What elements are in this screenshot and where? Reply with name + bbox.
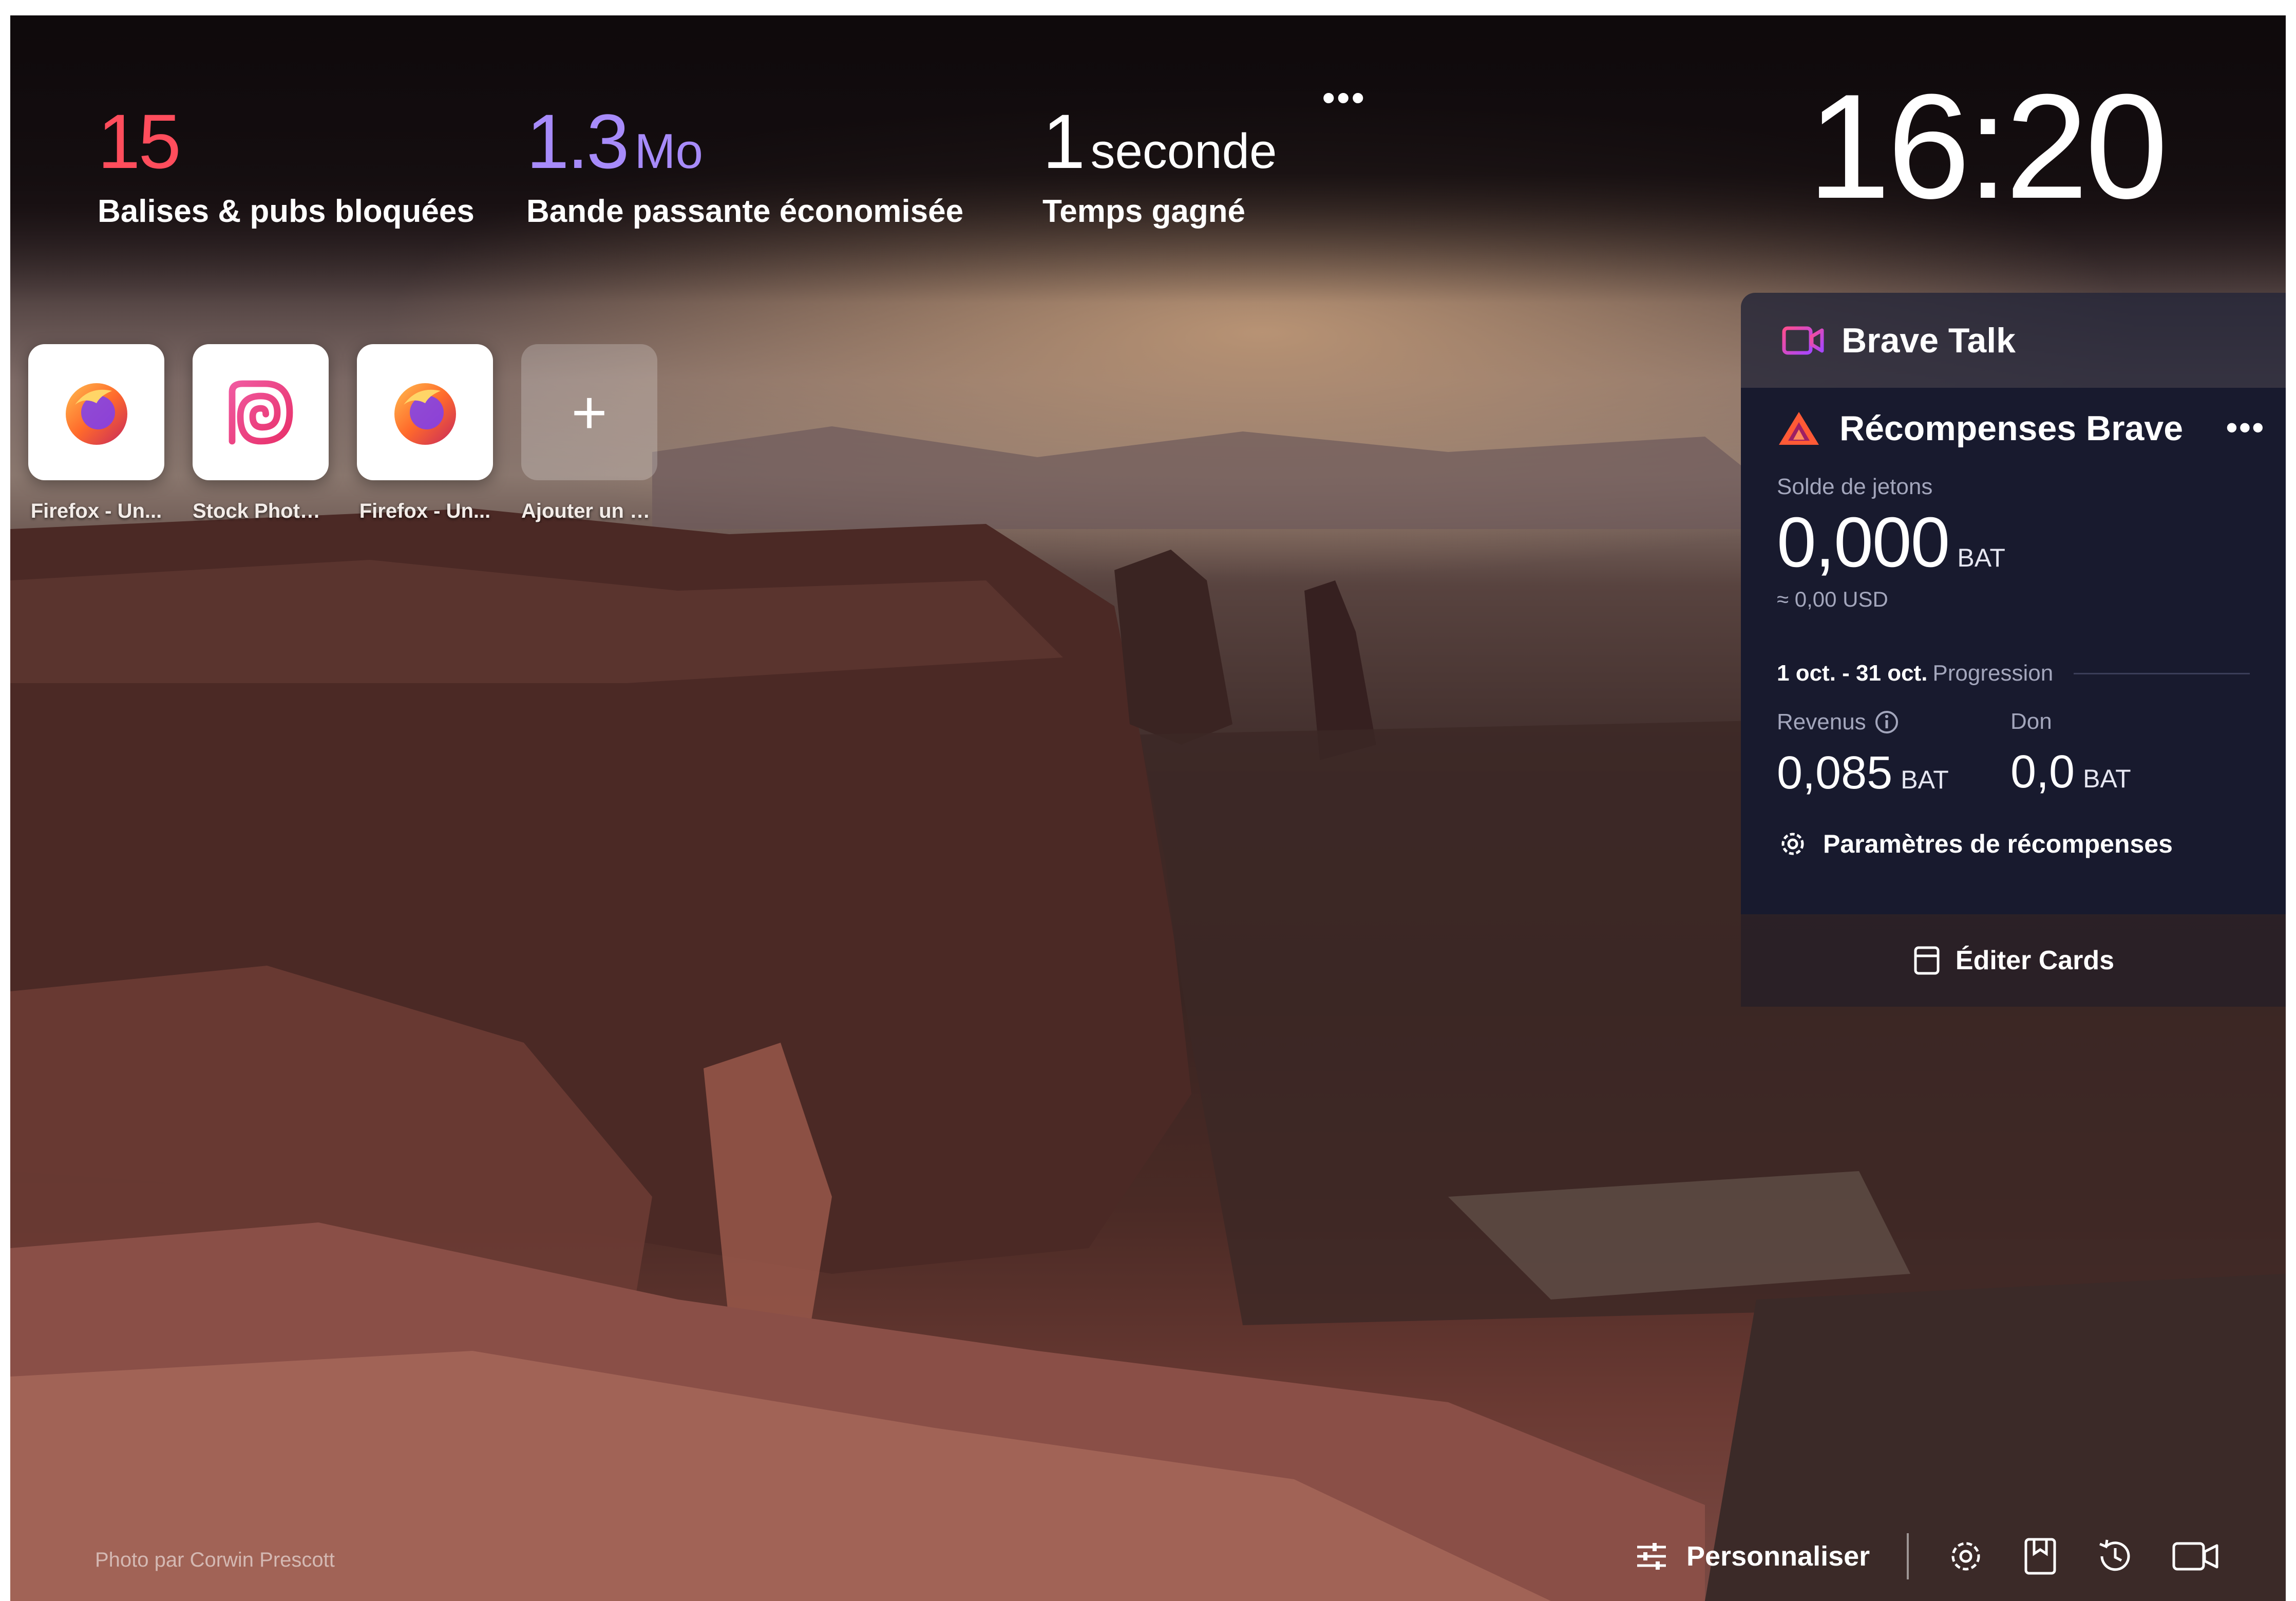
donation-column: Don 0,0 BAT bbox=[2010, 709, 2244, 796]
earnings-column: Revenus 0,085 BAT bbox=[1777, 709, 2010, 796]
toolbar-divider bbox=[1907, 1533, 1909, 1579]
period-divider bbox=[2074, 672, 2250, 674]
time-label: Temps gagné bbox=[1042, 194, 1246, 229]
bat-triangle-icon bbox=[1779, 412, 1819, 445]
rewards-settings-label: Paramètres de récompenses bbox=[1823, 830, 2173, 858]
add-top-site-button[interactable]: + bbox=[521, 344, 657, 480]
trackers-label: Balises & pubs bloquées bbox=[98, 194, 475, 229]
add-top-site-tile[interactable]: + Ajouter un si... bbox=[521, 344, 657, 523]
top-site-label: Firefox - Un... bbox=[359, 500, 491, 522]
brave-talk-button[interactable] bbox=[2172, 1539, 2219, 1573]
trackers-count: 15 bbox=[98, 98, 181, 184]
top-site-icon-box[interactable] bbox=[357, 344, 493, 480]
bookmarks-button[interactable] bbox=[2022, 1536, 2059, 1576]
photo-credit: Photo par Corwin Prescott bbox=[95, 1549, 335, 1571]
donation-value: 0,0 bbox=[2010, 746, 2075, 798]
earnings-label-row: Revenus bbox=[1777, 709, 2010, 736]
bottom-toolbar: Personnaliser bbox=[1633, 1525, 2255, 1587]
brave-talk-card[interactable]: Brave Talk bbox=[1741, 293, 2286, 388]
stats-more-button[interactable]: ••• bbox=[1322, 77, 1367, 118]
video-camera-icon bbox=[2172, 1542, 2218, 1571]
rewards-header: Récompenses Brave bbox=[1777, 408, 2286, 448]
earnings-value: 0,085 bbox=[1777, 747, 1893, 799]
video-camera-icon bbox=[1782, 326, 1824, 354]
bandwidth-label: Bande passante économisée bbox=[526, 194, 964, 229]
balance-unit: BAT bbox=[1957, 543, 2005, 572]
top-site-tile[interactable]: Stock Photo... bbox=[193, 344, 329, 523]
bookmarks-icon bbox=[2024, 1538, 2056, 1575]
bandwidth-unit: Mo bbox=[634, 124, 703, 179]
brave-rewards-card: Récompenses Brave ••• Solde de jetons 0,… bbox=[1741, 388, 2286, 914]
time-unit: seconde bbox=[1090, 124, 1277, 179]
period-row: 1 oct. - 31 oct. Progression bbox=[1777, 661, 2286, 686]
firefox-icon bbox=[65, 383, 127, 445]
balance-value: 0,000 bbox=[1777, 503, 1950, 582]
top-site-icon-box[interactable] bbox=[193, 344, 329, 480]
stat-bandwidth-saved: 1.3 Mo Bande passante économisée bbox=[526, 103, 963, 230]
customize-button[interactable]: Personnaliser bbox=[1633, 1538, 1870, 1575]
clock: 16:20 bbox=[1808, 63, 2168, 230]
earnings-label: Revenus bbox=[1777, 709, 1866, 734]
rewards-more-button[interactable]: ••• bbox=[2226, 408, 2265, 446]
top-site-label: Ajouter un si... bbox=[521, 500, 657, 522]
firefox-icon bbox=[394, 383, 456, 445]
stock-photo-icon bbox=[229, 380, 293, 444]
top-site-label: Firefox - Un... bbox=[30, 500, 162, 522]
balance-usd: ≈ 0,00 USD bbox=[1777, 587, 1888, 611]
stat-trackers-blocked: 15 Balises & pubs bloquées bbox=[98, 103, 475, 230]
history-icon bbox=[2099, 1539, 2130, 1571]
sliders-icon bbox=[1637, 1543, 1666, 1570]
donation-label: Don bbox=[2010, 709, 2052, 734]
balance-label: Solde de jetons bbox=[1777, 474, 1933, 499]
new-tab-page: 15 Balises & pubs bloquées 1.3 Mo Bande p… bbox=[10, 15, 2286, 1601]
balance-row: 0,000 BAT bbox=[1777, 507, 2286, 578]
donation-value-row: 0,0 BAT bbox=[2010, 749, 2244, 795]
earnings-row: Revenus 0,085 BAT Don 0,0 BAT bbox=[1777, 709, 2286, 796]
earnings-unit: BAT bbox=[1901, 765, 1949, 794]
donation-unit: BAT bbox=[2083, 764, 2131, 793]
info-icon[interactable] bbox=[1873, 709, 1900, 736]
customize-label: Personnaliser bbox=[1686, 1541, 1870, 1572]
cards-icon bbox=[1914, 946, 1940, 975]
plus-icon: + bbox=[571, 378, 608, 447]
edit-cards-label: Éditer Cards bbox=[1955, 946, 2115, 975]
earnings-value-row: 0,085 BAT bbox=[1777, 750, 2010, 796]
top-site-tile[interactable]: Firefox - Un... bbox=[357, 344, 493, 523]
rewards-title: Récompenses Brave bbox=[1839, 409, 2184, 448]
history-button[interactable] bbox=[2095, 1536, 2136, 1577]
top-site-icon-box[interactable] bbox=[28, 344, 164, 480]
top-site-label: Stock Photo... bbox=[193, 500, 329, 522]
time-value: 1 bbox=[1042, 98, 1085, 184]
edit-cards-button[interactable]: Éditer Cards bbox=[1741, 914, 2286, 1007]
period-range: 1 oct. - 31 oct. bbox=[1777, 661, 1928, 686]
brave-talk-title: Brave Talk bbox=[1842, 321, 2016, 360]
rewards-settings-link[interactable]: Paramètres de récompenses bbox=[1777, 828, 2286, 860]
gear-icon bbox=[1951, 1542, 1980, 1571]
top-site-tile[interactable]: Firefox - Un... bbox=[28, 344, 164, 523]
period-label: Progression bbox=[1932, 661, 2054, 686]
stat-time-saved: 1 seconde Temps gagné bbox=[1042, 103, 1277, 230]
bandwidth-value: 1.3 bbox=[526, 98, 630, 184]
widget-stack: Brave Talk Récompenses Brave ••• Solde d… bbox=[1741, 293, 2286, 1007]
gear-icon bbox=[1781, 833, 1804, 855]
settings-button[interactable] bbox=[1946, 1536, 1986, 1576]
